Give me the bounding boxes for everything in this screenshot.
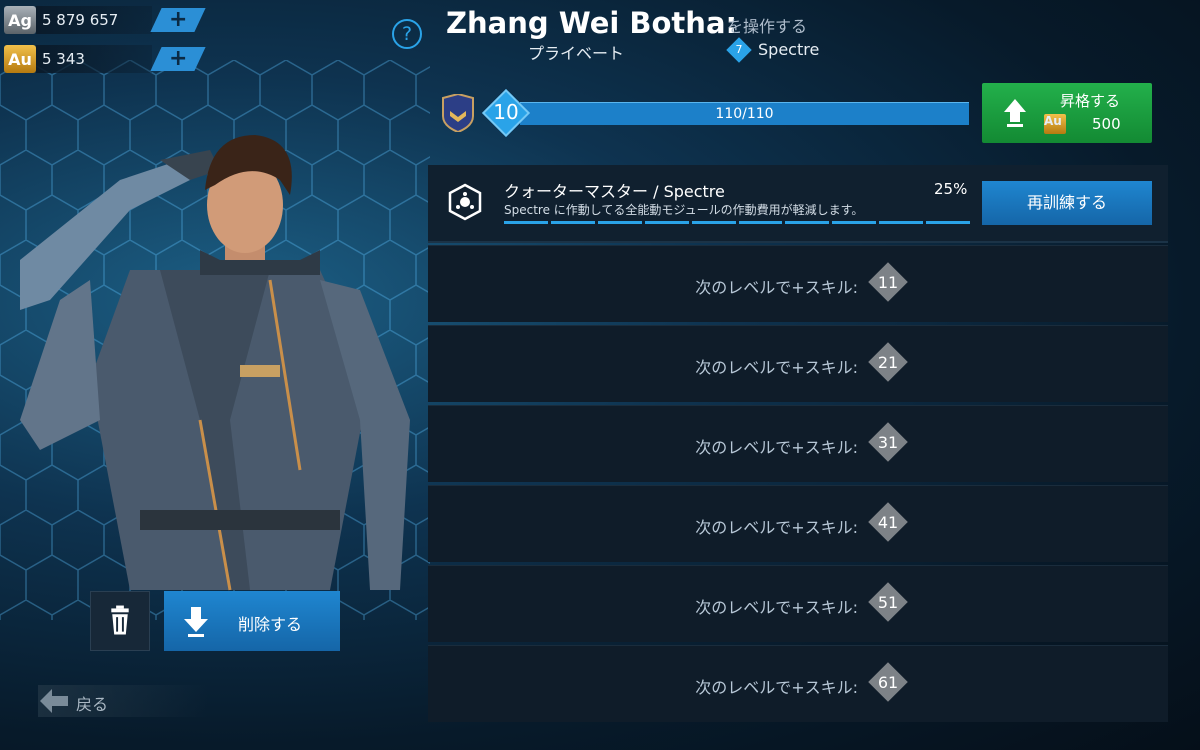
- xp-bar: 110/110: [520, 102, 969, 125]
- help-button[interactable]: ?: [392, 19, 422, 49]
- character-portrait: [20, 135, 410, 591]
- promote-cost: 500: [1092, 115, 1121, 133]
- skill-unlock-row: 次のレベルで+スキル: 21: [428, 325, 1168, 402]
- promote-button[interactable]: 昇格する Au 500: [982, 83, 1152, 143]
- progress-segment: [691, 221, 736, 224]
- back-label: 戻る: [76, 695, 109, 714]
- down-arrow-icon: [184, 607, 208, 637]
- back-button[interactable]: 戻る: [38, 685, 208, 717]
- operate-label: を操作する: [727, 17, 808, 36]
- skill-unlock-row: 次のレベルで+スキル: 51: [428, 565, 1168, 642]
- gold-currency: Au 5 343 +: [4, 44, 206, 74]
- gold-badge: Au: [4, 45, 36, 73]
- skill-title: クォーターマスター / Spectre: [504, 182, 725, 201]
- skill-unlock-row: 次のレベルで+スキル: 31: [428, 405, 1168, 482]
- unlock-level: 21: [877, 353, 899, 372]
- skill-unlock-row: 次のレベルで+スキル: 11: [428, 245, 1168, 322]
- officer-name: Zhang Wei Botha:: [446, 6, 738, 40]
- plus-icon: +: [168, 46, 188, 71]
- progress-segment: [879, 221, 924, 224]
- unlock-label: 次のレベルで+スキル:: [695, 678, 858, 697]
- gold-cost-icon: Au: [1044, 114, 1066, 134]
- skill-percent: 25%: [934, 180, 968, 198]
- promote-label: 昇格する: [1060, 92, 1121, 110]
- class-indicator: 7 Spectre: [726, 36, 820, 63]
- progress-segment: [597, 221, 642, 224]
- progress-segment: [644, 221, 689, 224]
- skill-description: Spectre に作動してる全能動モジュールの作動費用が軽減します。: [504, 203, 864, 217]
- progress-segment: [738, 221, 783, 224]
- retrain-button[interactable]: 再訓練する: [982, 181, 1152, 225]
- unlock-level: 31: [877, 433, 899, 452]
- class-name: Spectre: [758, 40, 820, 59]
- unlock-label: 次のレベルで+スキル:: [695, 358, 858, 377]
- unlock-label: 次のレベルで+スキル:: [695, 438, 858, 457]
- trash-icon: [111, 605, 129, 635]
- silver-badge: Ag: [4, 6, 36, 34]
- delete-button[interactable]: 削除する: [164, 591, 340, 651]
- class-level-icon: 7: [726, 36, 752, 63]
- progress-segment: [504, 221, 548, 224]
- progress-segment: [832, 221, 877, 224]
- up-arrow-base: [1007, 124, 1023, 127]
- up-arrow-stem: [1010, 112, 1020, 122]
- unlock-level: 61: [877, 673, 899, 692]
- rank-shield-icon: [442, 94, 474, 132]
- silver-currency: Ag 5 879 657 +: [4, 5, 206, 35]
- delete-label: 削除する: [238, 615, 303, 634]
- skill-unlock-row: 次のレベルで+スキル: 61: [428, 645, 1168, 722]
- plus-icon: +: [168, 7, 188, 32]
- skill-unlock-row: 次のレベルで+スキル: 41: [428, 485, 1168, 562]
- add-gold-button[interactable]: +: [150, 46, 206, 71]
- unlock-level: 51: [877, 593, 899, 612]
- skill-module-icon: [448, 183, 482, 221]
- up-arrow-icon: [1004, 99, 1026, 112]
- unlock-label: 次のレベルで+スキル:: [695, 278, 858, 297]
- xp-text: 110/110: [715, 106, 774, 122]
- skill-progress: [504, 221, 971, 224]
- gold-amount: 5 343: [36, 45, 152, 73]
- progress-segment: [785, 221, 830, 224]
- level-value: 10: [493, 100, 519, 124]
- trash-button[interactable]: [90, 591, 150, 651]
- add-silver-button[interactable]: +: [150, 7, 206, 32]
- progress-segment: [926, 221, 971, 224]
- progress-segment: [550, 221, 595, 224]
- rank-label: プライベート: [528, 44, 625, 63]
- silver-amount: 5 879 657: [36, 6, 152, 34]
- unlock-level: 11: [877, 273, 899, 292]
- unlock-label: 次のレベルで+スキル:: [695, 598, 858, 617]
- unlock-label: 次のレベルで+スキル:: [695, 518, 858, 537]
- back-arrow-icon: [40, 689, 68, 713]
- unlock-level: 41: [877, 513, 899, 532]
